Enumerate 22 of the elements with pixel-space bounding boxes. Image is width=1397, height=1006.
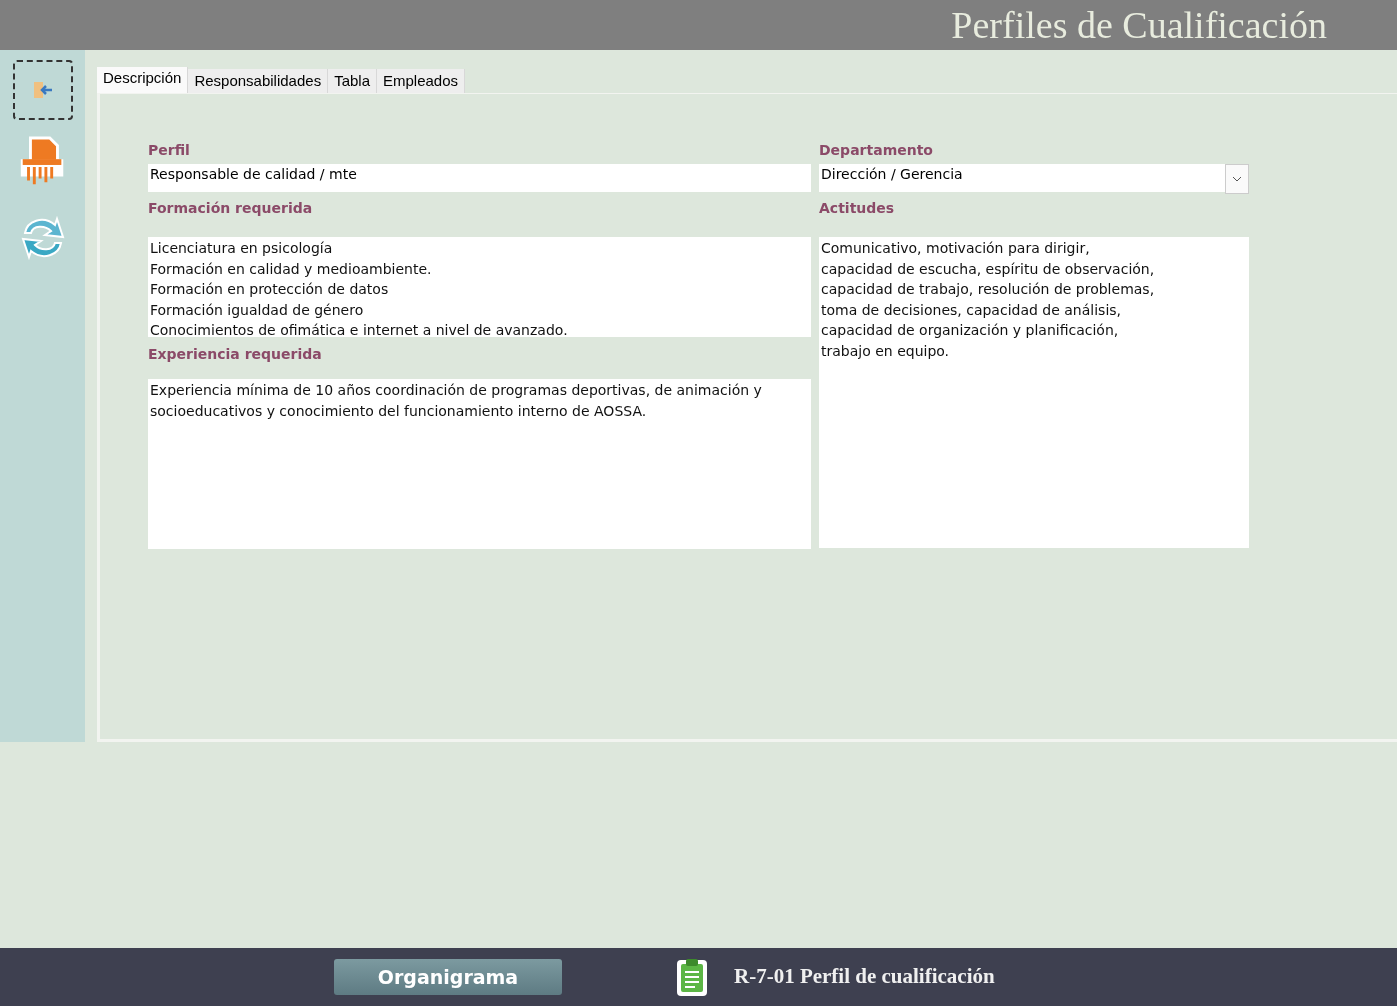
organigrama-button[interactable]: Organigrama xyxy=(334,959,562,995)
chevron-down-icon xyxy=(1232,176,1242,182)
text-field[interactable]: Responsable de calidad / mte xyxy=(148,164,811,192)
text-area[interactable]: Licenciatura en psicología Formación en calidad y medioambiente. Formación en protección de datos Formación igualdad de género Conocimientos de ofimática e internet a nivel de avanzado. xyxy=(148,237,811,337)
dropdown-button[interactable] xyxy=(1225,164,1249,194)
field-label: Departamento xyxy=(819,141,934,160)
tab[interactable]: Empleados xyxy=(377,69,466,93)
field-label: Perfil xyxy=(148,141,191,160)
field-label: Experiencia requerida xyxy=(148,345,323,364)
tab[interactable]: Descripción xyxy=(97,67,189,93)
field-label: Formación requerida xyxy=(148,199,314,218)
dropdown-field[interactable]: Dirección / Gerencia xyxy=(819,164,1249,192)
text-area[interactable]: Comunicativo, motivación para dirigir, capacidad de escucha, espíritu de observación, capacidad de trabajo, resolución de problemas, toma de decisiones, capacidad de análisis, capacidad de organización y planificación, trabajo en equipo. xyxy=(819,237,1249,548)
sidebar-button[interactable] xyxy=(12,60,73,120)
text-area[interactable]: Experiencia mínima de 10 años coordinación de programas deportivas, de animación y socioeducativos y conocimiento del funcionamiento interno de AOSSA. xyxy=(148,379,811,549)
field-label: Actitudes xyxy=(819,199,896,218)
window-title: Perfiles de Cualificación xyxy=(951,2,1327,48)
tab[interactable]: Tabla xyxy=(328,69,377,93)
tab[interactable]: Responsabilidades xyxy=(188,69,329,93)
door-arrow-icon xyxy=(31,80,54,100)
dropdown-value: Dirección / Gerencia xyxy=(820,165,964,184)
document-title: R-7-01 Perfil de cualificación xyxy=(734,963,995,991)
